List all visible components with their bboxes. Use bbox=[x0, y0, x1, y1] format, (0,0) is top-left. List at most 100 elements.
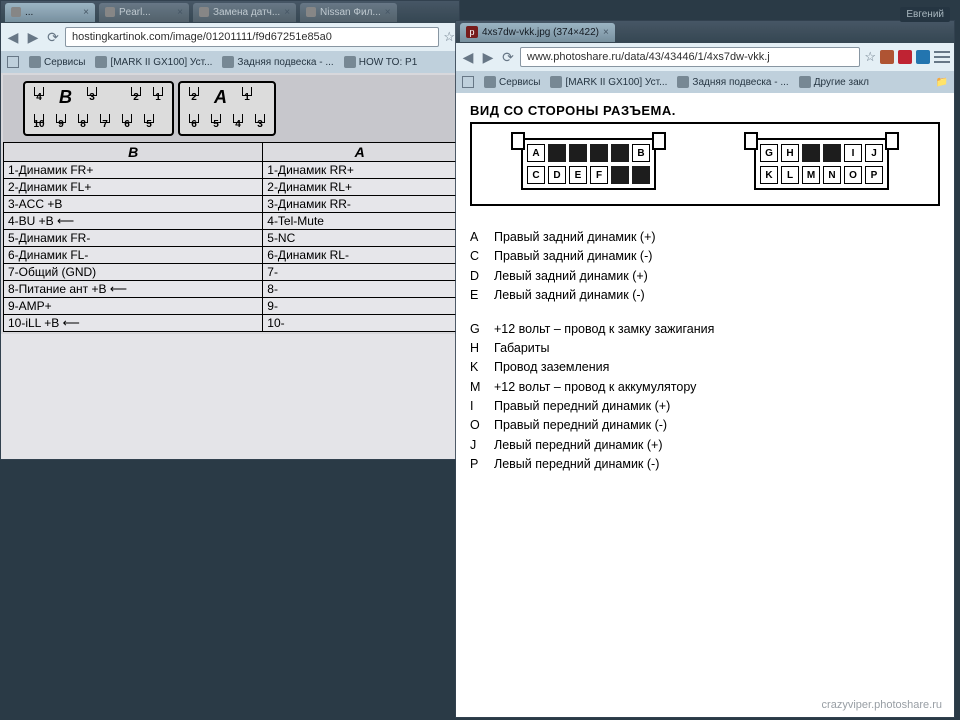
pin-3: 3 bbox=[252, 114, 268, 130]
bookmark-favicon-icon bbox=[550, 76, 562, 88]
reload-icon[interactable]: ⟳ bbox=[500, 49, 516, 65]
apps-icon[interactable] bbox=[7, 56, 19, 68]
extension-icons bbox=[880, 50, 950, 64]
pin-cell-I: I bbox=[844, 144, 862, 162]
legend-row: M+12 вольт – провод к аккумулятору bbox=[470, 378, 940, 397]
table-cell: 7- bbox=[263, 264, 457, 281]
bookmark-item[interactable]: Задняя подвеска - ... bbox=[677, 76, 788, 88]
legend-row: E Левый задний динамик (-) bbox=[470, 286, 940, 305]
close-icon[interactable]: × bbox=[385, 7, 391, 18]
table-cell: 4-BU +B ⟵ bbox=[4, 213, 263, 230]
menu-icon[interactable] bbox=[934, 51, 950, 63]
pin-cell-K: K bbox=[760, 166, 778, 184]
extension-icon[interactable] bbox=[880, 50, 894, 64]
legend-key: I bbox=[470, 397, 484, 416]
pin-cell-blank bbox=[823, 144, 841, 162]
legend-row: JЛевый передний динамик (+) bbox=[470, 436, 940, 455]
pin-5: 5 bbox=[208, 114, 224, 130]
bookmark-favicon-icon bbox=[484, 76, 496, 88]
pin-cell-F: F bbox=[590, 166, 608, 184]
connector-diagram-letters: ABCDEF GHIJKLMNOP bbox=[470, 122, 940, 206]
pin-4: 4 bbox=[230, 114, 246, 130]
extension-icon[interactable] bbox=[916, 50, 930, 64]
legend-row: HГабариты bbox=[470, 339, 940, 358]
table-cell: 8-Питание ант +B ⟵ bbox=[4, 281, 263, 298]
browser-tab[interactable]: ...× bbox=[5, 3, 95, 22]
bookmark-favicon-icon bbox=[29, 56, 41, 68]
bookmark-star-icon[interactable]: ☆ bbox=[864, 49, 876, 65]
bookmark-label: Задняя подвеска - ... bbox=[237, 57, 333, 68]
bookmark-item[interactable]: Сервисы bbox=[484, 76, 540, 88]
browser-tab[interactable]: Замена датч...× bbox=[193, 3, 296, 22]
legend-value: Правый задний динамик (+) bbox=[494, 228, 656, 247]
bookmark-item[interactable]: Другие закл bbox=[799, 76, 869, 88]
connector-label-b: B bbox=[53, 87, 78, 108]
other-bookmarks[interactable]: 📁 bbox=[936, 77, 948, 88]
favicon-icon bbox=[199, 7, 209, 17]
tab-bar: p 4xs7dw-vkk.jpg (374×422) × bbox=[456, 21, 954, 43]
close-icon[interactable]: × bbox=[603, 27, 609, 38]
table-cell: 10-iLL +B ⟵ bbox=[4, 315, 263, 332]
extension-icon[interactable] bbox=[898, 50, 912, 64]
user-chip[interactable]: Евгений bbox=[900, 7, 950, 22]
col-header-a: A bbox=[263, 143, 457, 162]
pin-cell-O: O bbox=[844, 166, 862, 184]
back-icon[interactable]: ◀ bbox=[5, 29, 21, 45]
browser-tab[interactable]: Nissan Фил...× bbox=[300, 3, 397, 22]
bookmark-item[interactable]: Сервисы bbox=[29, 56, 85, 68]
pin-6: 6 bbox=[186, 114, 202, 130]
url-input[interactable] bbox=[520, 47, 860, 67]
browser-tab[interactable]: Pearl...× bbox=[99, 3, 189, 22]
pin-cell-M: M bbox=[802, 166, 820, 184]
legend-value: Левый задний динамик (-) bbox=[494, 286, 645, 305]
pin-8: 8 bbox=[75, 114, 91, 130]
pin-5: 5 bbox=[141, 114, 157, 130]
pin-cell-blank bbox=[611, 144, 629, 162]
browser-tab[interactable]: p 4xs7dw-vkk.jpg (374×422) × bbox=[460, 23, 615, 42]
table-cell: 9- bbox=[263, 298, 457, 315]
tab-label: 4xs7dw-vkk.jpg (374×422) bbox=[482, 27, 599, 38]
pin-cell-D: D bbox=[548, 166, 566, 184]
legend-value: Правый задний динамик (-) bbox=[494, 247, 652, 266]
close-icon[interactable]: × bbox=[177, 7, 183, 18]
pin-1: 1 bbox=[239, 87, 255, 103]
reload-icon[interactable]: ⟳ bbox=[45, 29, 61, 45]
pin-3: 3 bbox=[84, 87, 100, 103]
tab-bar: ...×Pearl...×Замена датч...×Nissan Фил..… bbox=[1, 1, 459, 23]
bookmark-star-icon[interactable]: ☆ bbox=[443, 29, 455, 45]
bookmark-label: Сервисы bbox=[44, 57, 85, 68]
forward-icon[interactable]: ▶ bbox=[480, 49, 496, 65]
table-row: 4-BU +B ⟵4-Tel-Mute bbox=[4, 213, 457, 230]
favicon-icon bbox=[105, 7, 115, 17]
bookmark-item[interactable]: HOW TO: P1 bbox=[344, 56, 418, 68]
page-content-left: 4B321 1098765 2A1 6543 B A 1-Динамик FR+… bbox=[1, 73, 459, 459]
bookmark-favicon-icon bbox=[95, 56, 107, 68]
legend-row: DЛевый задний динамик (+) bbox=[470, 267, 940, 286]
table-row: 9-AMP+9- bbox=[4, 298, 457, 315]
legend-value: +12 вольт – провод к замку зажигания bbox=[494, 320, 714, 339]
forward-icon[interactable]: ▶ bbox=[25, 29, 41, 45]
bookmark-item[interactable]: Задняя подвеска - ... bbox=[222, 56, 333, 68]
col-header-b: B bbox=[4, 143, 263, 162]
bookmark-item[interactable]: [MARK II GX100] Уст... bbox=[550, 76, 667, 88]
pin-cell-blank bbox=[590, 144, 608, 162]
back-icon[interactable]: ◀ bbox=[460, 49, 476, 65]
legend-key: E bbox=[470, 286, 484, 305]
legend-key: H bbox=[470, 339, 484, 358]
page-content-right: ВИД СО СТОРОНЫ РАЗЪЕМА. ABCDEF GHIJKLMNO… bbox=[456, 93, 954, 717]
pin-2: 2 bbox=[128, 87, 144, 103]
url-input[interactable] bbox=[65, 27, 439, 47]
pin-cell-G: G bbox=[760, 144, 778, 162]
legend-key: O bbox=[470, 416, 484, 435]
close-icon[interactable]: × bbox=[284, 7, 290, 18]
apps-icon[interactable] bbox=[462, 76, 474, 88]
table-cell: 2-Динамик FL+ bbox=[4, 179, 263, 196]
close-icon[interactable]: × bbox=[83, 7, 89, 18]
table-cell: 5-Динамик FR- bbox=[4, 230, 263, 247]
bookmark-label: Задняя подвеска - ... bbox=[692, 77, 788, 88]
bookmark-item[interactable]: [MARK II GX100] Уст... bbox=[95, 56, 212, 68]
legend-value: Левый передний динамик (+) bbox=[494, 436, 663, 455]
connector-block-1: ABCDEF bbox=[521, 138, 656, 190]
legend-row: KПровод заземления bbox=[470, 358, 940, 377]
legend-row: CПравый задний динамик (-) bbox=[470, 247, 940, 266]
